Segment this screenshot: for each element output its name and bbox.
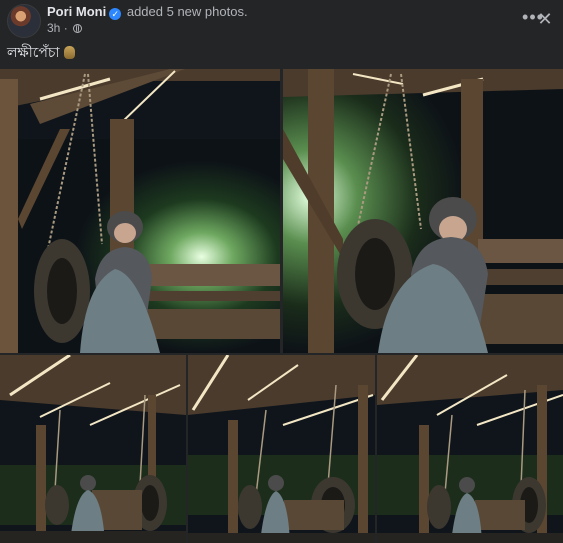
caption-text: লক্ষীপেঁচা xyxy=(7,44,60,60)
swing-photo-icon xyxy=(0,355,186,543)
post-header: Pori Moni ✓ added 5 new photos. 3h · ••• … xyxy=(0,0,563,64)
owl-emoji-icon xyxy=(63,46,75,59)
photo-5[interactable] xyxy=(377,355,563,543)
photo-4[interactable] xyxy=(188,355,375,543)
swing-photo-icon xyxy=(377,355,563,543)
globe-icon[interactable] xyxy=(73,24,83,33)
post-action-text: added 5 new photos. xyxy=(126,4,248,19)
swing-photo-icon xyxy=(0,69,280,353)
photo-3[interactable] xyxy=(0,355,186,543)
author-line: Pori Moni ✓ added 5 new photos. xyxy=(47,4,248,20)
close-icon[interactable]: ✕ xyxy=(535,9,555,29)
author-avatar[interactable] xyxy=(7,4,41,38)
swing-photo-icon xyxy=(283,69,563,353)
post-meta: 3h · xyxy=(47,21,83,35)
author-name[interactable]: Pori Moni xyxy=(47,4,106,19)
swing-photo-icon xyxy=(188,355,375,543)
post-caption: লক্ষীপেঁচা xyxy=(7,43,75,61)
post-timestamp[interactable]: 3h xyxy=(47,21,60,35)
photo-1[interactable] xyxy=(0,69,280,353)
verified-badge-icon: ✓ xyxy=(109,8,122,20)
photo-2[interactable] xyxy=(283,69,563,353)
